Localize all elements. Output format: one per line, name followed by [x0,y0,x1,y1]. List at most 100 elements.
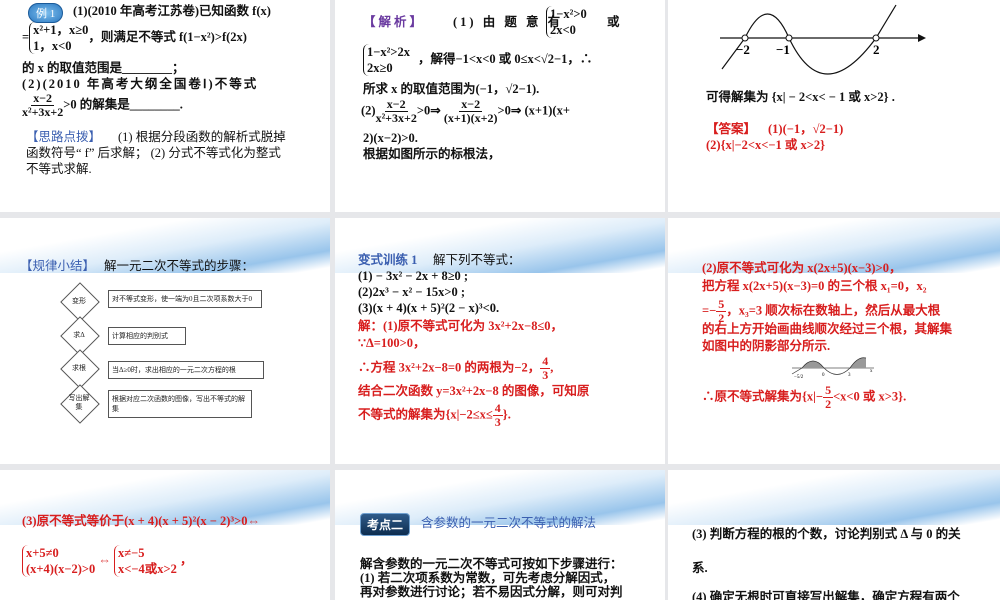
tick-label: 0 [822,373,825,378]
tick-label: 3 [848,373,851,378]
case: 1−x²>2x [367,45,410,59]
text-line: 函数符号“ f” 后求解； (2) 分式不等式化为整式 [26,146,281,160]
solution-line: 解：(1)原不等式可化为 3x²+2x−8≤0， [358,319,564,333]
case: x²+1，x≥0 [33,23,89,37]
tick-label: 2 [873,42,880,57]
summary-title: 解一元二次不等式的步骤： [104,259,255,273]
tick-label: −2 [736,42,750,57]
text: ， [180,552,193,567]
solution-line: ∵Δ=100>0， [358,336,426,350]
text: <x<0 或 x>3}. [833,389,907,404]
denominator: 2 [825,397,832,411]
text-line: (2)原不等式可化为 x(2x+5)(x−3)>0， [702,261,902,275]
text-line: (2)(2010 年高考大纲全国卷Ⅰ)不等式 [22,77,259,91]
text-line: 如图中的阴影部分所示. [702,339,831,353]
case: x≠−5 [118,546,145,560]
solution-line: ∴方程 3x²+2x−8=0 的两根为−2， 4 3, [358,354,554,382]
slide-2[interactable]: 【解析】 (1) 由 题 意 有 1−x²>0 2x<0 或 1−x²>2x 2x≥… [335,0,665,212]
system-line: 1−x²>2x 2x≥0 ，解得−1<x<0 或 0≤x<√2−1，∴ [363,44,592,76]
fraction-line: x−2 x²+3x+2 >0 的解集是________. [22,92,183,119]
analysis-tag: 【解析】 [363,15,426,29]
answer-1: (1)(−1，√2−1) [768,122,844,136]
text-line: (1) 根据分段函数的解析式脱掉 [118,130,286,144]
label: (2) [361,103,376,118]
text-or: 或 [607,15,620,29]
flow-box: 当Δ≥0时，求出相应的一元二次方程的根 [108,361,264,379]
answer-tag: 【答案】 [706,122,757,136]
text-line: (1)(2010 年高考江苏卷)已知函数 f(x) [73,4,271,18]
text-line: ，解得−1<x<0 或 0≤x<√2−1，∴ [418,51,593,66]
header-gradient [668,470,1000,525]
text-line: ∴原不等式解集为{x|− 5 2 <x<0 或 x>3}. [702,384,906,411]
numerator: x−2 [31,91,55,106]
slide-7[interactable]: (3)原不等式等价于(x + 4)(x + 5)²(x − 2)³>0⇔ x+5… [0,470,330,600]
text-line: (3)原不等式等价于(x + 4)(x + 5)²(x − 2)³>0⇔ [22,514,261,528]
tick-label: −1 [776,42,790,57]
text-line: ，则满足不等式 f(1−x²)>f(2x) [88,29,247,44]
text-line: >0 的解集是________. [63,97,183,112]
text: ，x₃=3 顺次标在数轴上，然后从最大根 [726,303,941,318]
text: =− [702,303,717,318]
text-line: 系. [692,561,708,575]
case: (x+4)(x−2)>0 [26,562,96,576]
text-line: 可得解集为 {x| − 2<x< − 1 或 x>2} . [706,90,895,104]
piecewise-def: = x²+1，x≥0 1，x<0 ，则满足不等式 f(1−x²)>f(2x) [22,22,247,54]
numerator: x−2 [459,97,483,112]
question: (1) − 3x² − 2x + 8≥0 ; [358,269,469,283]
slide-5[interactable]: 变式训练 1 解下列不等式： (1) − 3x² − 2x + 8≥0 ; (2… [335,218,665,464]
text-line: 不等式求解. [26,162,92,176]
case: 2x≥0 [367,61,393,75]
system: 1−x²>0 2x<0 [546,6,587,38]
denominator: x²+3x+2 [375,111,417,125]
flow-step: 写出解集 [68,394,90,411]
tick-label: −5/2 [794,375,804,380]
case: 1−x²>0 [550,7,587,21]
root-marker [872,34,880,42]
slide-8[interactable]: 考点二 含参数的一元二次不等式的解法 解含参数的一元二次不等式可按如下步骤进行：… [335,470,665,600]
answer-2: (2){x|−2<x<−1 或 x>2} [706,138,826,152]
text: ∴原不等式解集为{x|− [702,389,824,404]
text-line: 根据如图所示的标根法， [363,147,501,161]
flow-step: 变形 [72,297,86,305]
denominator: x²+3x+2 [22,105,64,119]
flow-box: 根据对应二次函数的图像，写出不等式的解集 [108,390,252,418]
slide-9[interactable]: (3) 判断方程的根的个数，讨论判别式 Δ 与 0 的关 系. (4) 确定无根… [668,470,1000,600]
slide-1[interactable]: 例 1 (1)(2010 年高考江苏卷)已知函数 f(x) = x²+1，x≥0 1… [0,0,330,212]
slide-3[interactable]: −2 −1 2 可得解集为 {x| − 2<x< − 1 或 x>2} . 【答… [668,0,1000,212]
text: }. [502,407,511,422]
case: 1，x<0 [33,39,72,53]
text-line: (3) 判断方程的根的个数，讨论判别式 Δ 与 0 的关 [692,527,961,541]
denominator: 3 [542,368,549,382]
sign-chart: −2 −1 2 [720,4,926,75]
text-line: 所求 x 的取值范围为(−1，√2−1). [363,82,540,96]
root-marker [741,34,749,42]
flow-box: 计算相应的判别式 [108,327,186,345]
text: >0⇒ [416,103,441,118]
practice-title: 解下列不等式： [433,253,521,267]
root-marker [785,34,793,42]
numerator: 5 [716,297,727,312]
denominator: (x+1)(x+2) [443,111,498,125]
sign-chart: −5/2 0 3 x [791,357,874,380]
text-line: (4) 确定无根时可直接写出解集，确定方程有两个 [692,590,960,600]
flow-step: 求根 [72,364,86,372]
example-badge: 例 1 [28,3,64,23]
flow-step: 求Δ [73,331,85,339]
numerator: 5 [823,383,834,398]
text: ⇔ [98,552,111,567]
numerator: x−2 [384,97,408,112]
denominator: 3 [494,415,501,429]
topic-badge: 考点二 [360,513,411,536]
axis-arrow [918,34,926,42]
slide-4[interactable]: 【规律小结】 解一元二次不等式的步骤： 变形 对不等式变形，使一端为0且二次项系… [0,218,330,464]
text: >0⇒ (x+1)(x+ [497,103,570,118]
flow-box: 对不等式变形，使一端为0且二次项系数大于0 [108,290,262,308]
hint-tag: 【思路点拨】 [26,130,102,144]
solution-line: 不等式的解集为{x|−2≤x≤ 4 3}. [358,402,511,429]
numerator: 4 [492,401,503,416]
practice-tag: 变式训练 1 [358,253,418,267]
question: (3)(x + 4)(x + 5)²(2 − x)³<0. [358,301,500,315]
slide-6[interactable]: (2)原不等式可化为 x(2x+5)(x−3)>0， 把方程 x(2x+5)(x… [668,218,1000,464]
case: x<−4或x>2 [118,562,177,576]
text: ∴方程 3x²+2x−8=0 的两根为−2， [358,360,541,375]
